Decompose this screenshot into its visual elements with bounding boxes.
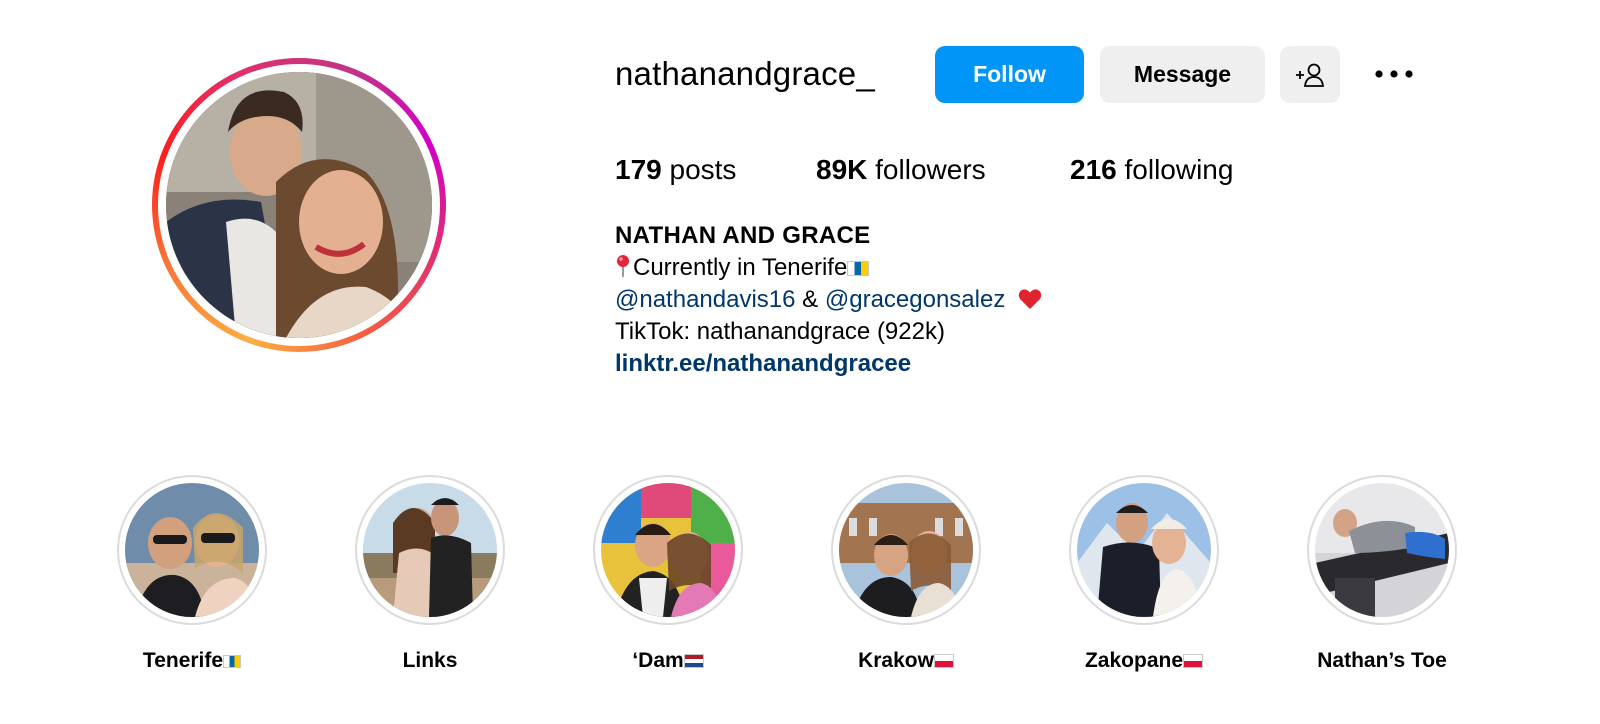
highlight-tenerife[interactable]: Tenerife [92, 475, 292, 675]
posts-label: posts [669, 154, 737, 185]
posts-number: 179 [615, 154, 662, 185]
highlight-label: ‘Dam [568, 647, 768, 675]
profile-bio: NATHAN AND GRACE Currently in Tenerife @… [615, 220, 1315, 380]
highlight-krakow[interactable]: Krakow [806, 475, 1006, 675]
bio-location-line: Currently in Tenerife [615, 252, 1315, 284]
following-number: 216 [1070, 154, 1117, 185]
following-count[interactable]: 216 following [1070, 150, 1233, 190]
bio-location-text: Currently in Tenerife [633, 254, 848, 281]
highlight-label: Tenerife [92, 647, 292, 675]
bio-mentions-line: @nathandavis16 & @gracegonsalez [615, 284, 1315, 316]
highlight-cover-photo [839, 483, 973, 617]
profile-avatar[interactable] [152, 58, 446, 352]
followers-label: followers [875, 154, 986, 185]
red-heart-icon [1018, 289, 1042, 309]
highlight-cover [831, 475, 981, 625]
highlight-cover-photo [125, 483, 259, 617]
followers-count[interactable]: 89K followers [816, 150, 986, 190]
posts-count: 179 posts [615, 150, 736, 190]
highlight-label: Links [402, 649, 458, 672]
netherlands-flag-icon [683, 654, 704, 668]
highlight-cover-photo [601, 483, 735, 617]
profile-username: nathanandgrace_ [615, 55, 875, 92]
avatar-photo [166, 72, 432, 338]
highlight-nathans-toe[interactable]: Nathan’s Toe [1282, 475, 1482, 675]
message-button[interactable]: Message [1100, 46, 1265, 103]
highlight-cover-photo [1315, 483, 1449, 617]
bio-display-name: NATHAN AND GRACE [615, 222, 871, 249]
more-options-icon [1375, 70, 1413, 78]
add-user-button[interactable] [1280, 46, 1340, 103]
poland-flag-icon [1183, 654, 1204, 668]
bio-ampersand: & [802, 286, 819, 313]
highlight-links[interactable]: Links [330, 475, 530, 675]
highlight-label: Krakow [806, 647, 1006, 675]
highlight-dam[interactable]: ‘Dam [568, 475, 768, 675]
canary-islands-flag-icon [223, 655, 242, 668]
mention-link-1[interactable]: @nathandavis16 [615, 286, 796, 313]
bio-tiktok-line: TikTok: nathanandgrace (922k) [615, 318, 945, 345]
highlight-cover-photo [1077, 483, 1211, 617]
highlight-cover [1069, 475, 1219, 625]
highlight-label: Nathan’s Toe [1317, 649, 1447, 672]
location-pin-icon [617, 255, 629, 277]
highlight-cover-photo [363, 483, 497, 617]
followers-number: 89K [816, 154, 868, 185]
highlight-label: Zakopane [1044, 647, 1244, 675]
mention-link-2[interactable]: @gracegonsalez [825, 286, 1005, 313]
follow-button[interactable]: Follow [935, 46, 1084, 103]
highlight-cover [355, 475, 505, 625]
highlight-cover [1307, 475, 1457, 625]
highlight-zakopane[interactable]: Zakopane [1044, 475, 1244, 675]
bio-external-link[interactable]: linktr.ee/nathanandgracee [615, 348, 1315, 380]
canary-islands-flag-icon [847, 261, 870, 276]
following-label: following [1124, 154, 1234, 185]
highlight-cover [117, 475, 267, 625]
more-options-button[interactable] [1372, 58, 1416, 90]
highlight-cover [593, 475, 743, 625]
poland-flag-icon [933, 654, 954, 668]
person-add-icon [1296, 63, 1325, 87]
